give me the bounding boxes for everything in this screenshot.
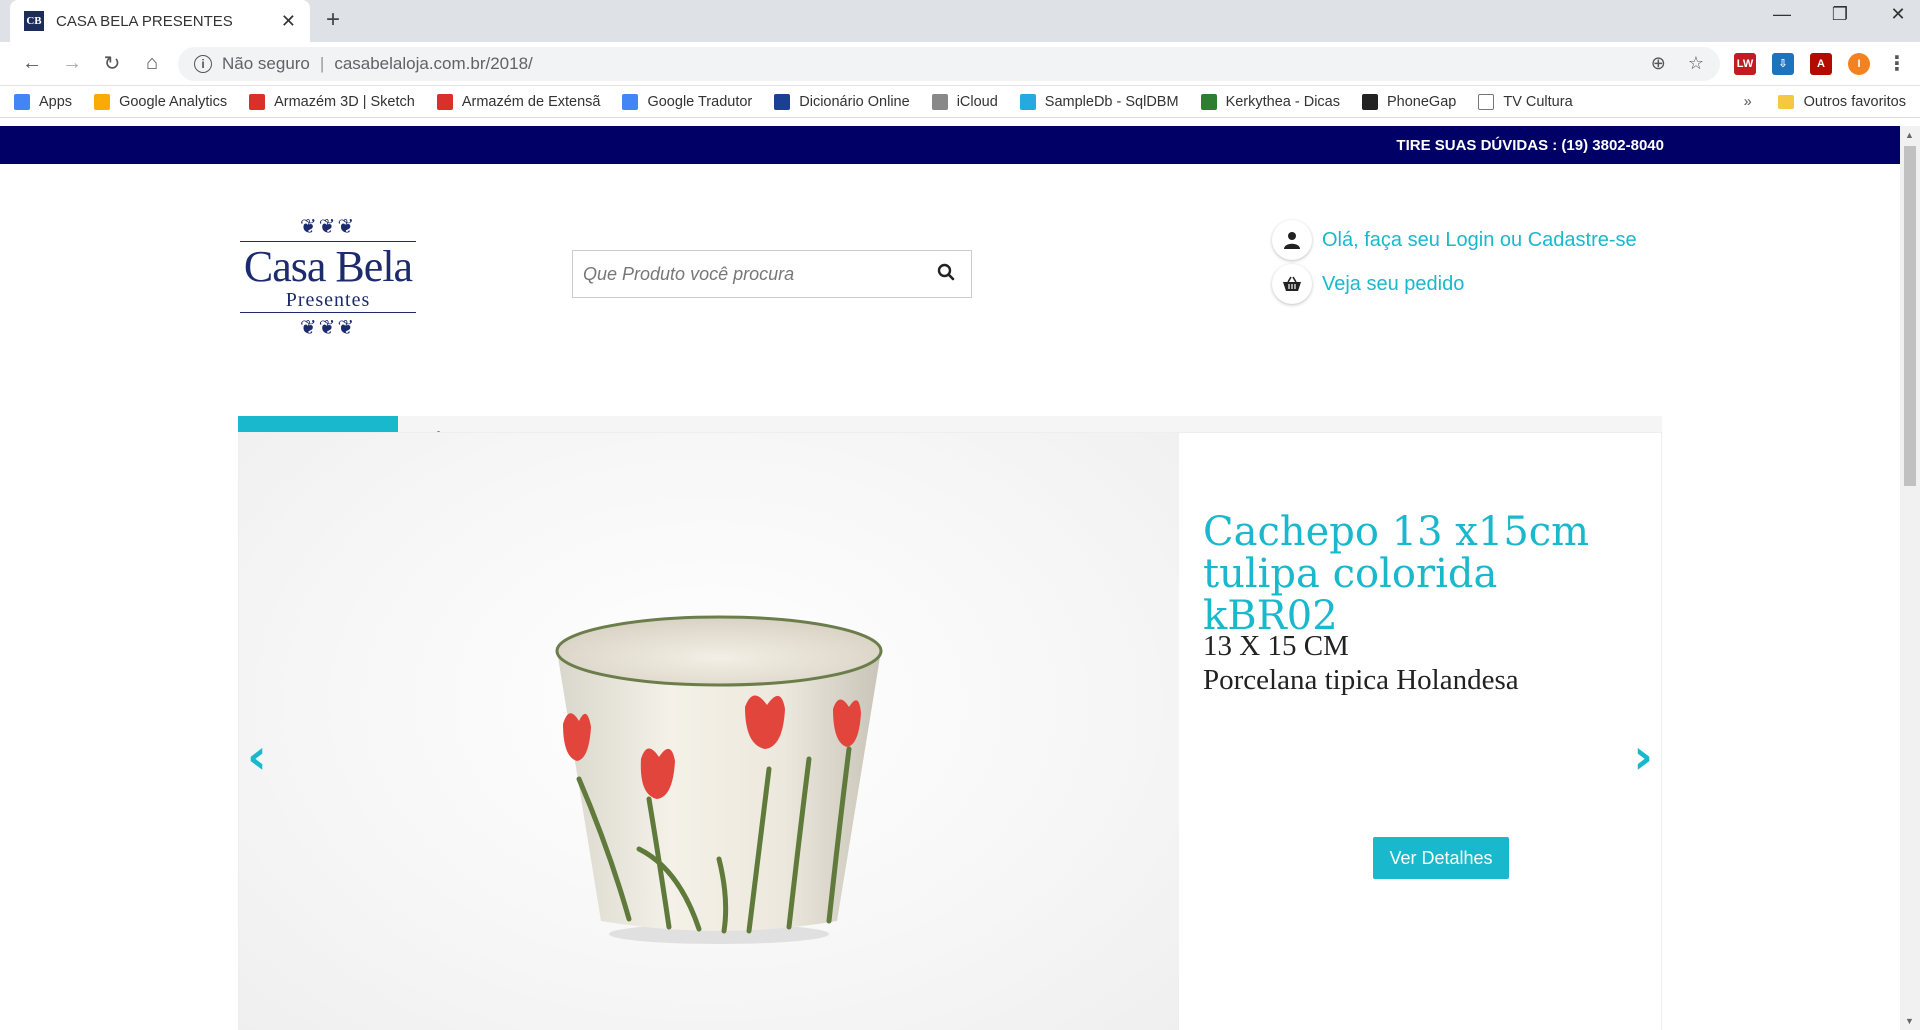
browser-tab-bar: CB CASA BELA PRESENTES ✕ + — ❐ ✕ xyxy=(0,0,1920,42)
bookmark-item[interactable]: Armazém de Extensã xyxy=(436,93,600,110)
dictionary-icon xyxy=(774,93,791,110)
back-arrow-icon[interactable]: ← xyxy=(12,52,52,75)
pdf-extension-icon[interactable]: A xyxy=(1810,52,1832,75)
profile-avatar-icon[interactable]: I xyxy=(1848,52,1870,75)
translate-icon xyxy=(622,93,639,110)
window-controls: — ❐ ✕ xyxy=(1770,4,1910,25)
home-icon[interactable]: ⌂ xyxy=(132,52,172,75)
order-text[interactable]: Veja seu pedido xyxy=(1322,273,1464,296)
slider-next-chevron-icon[interactable]: › xyxy=(1633,729,1653,785)
restore-icon[interactable]: ❐ xyxy=(1828,4,1852,25)
page-scrollbar[interactable]: ▲ ▼ xyxy=(1900,126,1920,1030)
logo-sub: Presentes xyxy=(285,289,371,311)
lastpass-extension-icon[interactable]: LW xyxy=(1734,52,1756,75)
site-logo[interactable]: ❦❦❦ Casa Bela Presentes ❦❦❦ xyxy=(240,214,416,339)
hero-slider: ‹ Cachepo 13 x15cm tulipa colorida kBR02… xyxy=(238,432,1662,1030)
forward-arrow-icon[interactable]: → xyxy=(52,52,92,75)
url-text[interactable]: casabelaloja.com.br/2018/ xyxy=(334,54,532,74)
search-input[interactable] xyxy=(583,263,931,285)
other-bookmarks[interactable]: Outros favoritos xyxy=(1777,94,1906,110)
bookmark-item[interactable]: PhoneGap xyxy=(1362,93,1456,110)
folder-icon xyxy=(1777,94,1794,109)
apple-icon xyxy=(931,93,948,110)
bookmark-item[interactable]: Google Analytics xyxy=(94,93,227,110)
bookmarks-bar: Apps Google Analytics Armazém 3D | Sketch A… xyxy=(0,86,1920,118)
tab-title: CASA BELA PRESENTES xyxy=(56,12,233,30)
sketchup-icon xyxy=(436,93,453,110)
tab-favicon: CB xyxy=(24,11,44,31)
info-icon[interactable]: i xyxy=(194,54,212,73)
extensions: LW ⇩ A I ⋮ xyxy=(1734,52,1908,75)
browser-tab[interactable]: CB CASA BELA PRESENTES ✕ xyxy=(10,0,310,42)
database-icon xyxy=(1019,93,1036,110)
bookmark-item[interactable]: iCloud xyxy=(931,93,998,110)
tab-close-icon[interactable]: ✕ xyxy=(281,11,296,32)
order-link[interactable]: Veja seu pedido xyxy=(1272,262,1637,306)
minimize-icon[interactable]: — xyxy=(1770,4,1794,25)
sketchup-icon xyxy=(249,93,266,110)
tulip-pot-image xyxy=(555,615,883,944)
bookmark-item[interactable]: Google Tradutor xyxy=(622,93,752,110)
web-page: TIRE SUAS DÚVIDAS : (19) 3802-8040 ❦❦❦ C… xyxy=(0,126,1900,1030)
slider-prev-chevron-icon[interactable]: ‹ xyxy=(247,729,267,785)
kerkythea-icon xyxy=(1200,93,1217,110)
logo-name: Casa Bela xyxy=(243,242,413,291)
scroll-up-icon[interactable]: ▲ xyxy=(1905,130,1914,140)
new-tab-button[interactable]: + xyxy=(326,6,340,34)
product-photo xyxy=(239,433,1179,1030)
address-bar[interactable]: i Não seguro | casabelaloja.com.br/2018/… xyxy=(178,46,1720,81)
contact-topbar: TIRE SUAS DÚVIDAS : (19) 3802-8040 xyxy=(0,126,1900,164)
analytics-icon xyxy=(94,93,111,110)
bookmark-star-icon[interactable]: ☆ xyxy=(1688,53,1704,74)
bookmark-item[interactable]: SampleDb - SqlDBM xyxy=(1019,93,1179,110)
scrollbar-thumb[interactable] xyxy=(1904,146,1916,486)
site-header: ❦❦❦ Casa Bela Presentes ❦❦❦ Olá, faça se… xyxy=(0,164,1900,462)
download-extension-icon[interactable]: ⇩ xyxy=(1772,52,1794,75)
search-box xyxy=(572,250,972,298)
account-area: Olá, faça seu Login ou Cadastre-se Veja … xyxy=(1272,218,1637,306)
translate-icon[interactable]: ⊕ xyxy=(1651,53,1666,74)
security-label: Não seguro xyxy=(222,53,310,73)
bookmark-item[interactable]: Armazém 3D | Sketch xyxy=(249,93,415,110)
page-icon xyxy=(1478,93,1495,110)
slide-description: 13 X 15 CM Porcelana tipica Holandesa xyxy=(1203,629,1643,697)
bookmark-item[interactable]: Apps xyxy=(14,93,72,110)
reload-icon[interactable]: ↻ xyxy=(92,51,132,76)
details-button[interactable]: Ver Detalhes xyxy=(1373,837,1509,879)
slide-title: Cachepo 13 x15cm tulipa colorida kBR02 xyxy=(1203,509,1590,639)
ornament-icon: ❦❦❦ xyxy=(299,216,357,238)
bookmark-item[interactable]: Kerkythea - Dicas xyxy=(1200,93,1340,110)
login-text[interactable]: Olá, faça seu Login ou Cadastre-se xyxy=(1322,229,1637,252)
window-close-icon[interactable]: ✕ xyxy=(1886,4,1910,25)
login-link[interactable]: Olá, faça seu Login ou Cadastre-se xyxy=(1272,218,1637,262)
scroll-down-icon[interactable]: ▼ xyxy=(1905,1016,1914,1026)
slide-line-1: 13 X 15 CM xyxy=(1203,630,1349,662)
more-bookmarks-icon[interactable]: » xyxy=(1744,94,1752,110)
phonegap-icon xyxy=(1362,93,1378,110)
bookmark-item[interactable]: TV Cultura xyxy=(1478,93,1573,110)
slide-line-2: Porcelana tipica Holandesa xyxy=(1203,664,1519,696)
bookmark-item[interactable]: Dicionário Online xyxy=(774,93,910,110)
ornament-icon: ❦❦❦ xyxy=(299,317,357,339)
apps-grid-icon xyxy=(14,93,30,110)
basket-icon xyxy=(1272,264,1312,304)
user-icon xyxy=(1272,220,1312,260)
search-icon[interactable] xyxy=(931,263,961,286)
browser-menu-icon[interactable]: ⋮ xyxy=(1886,53,1908,75)
contact-phone: TIRE SUAS DÚVIDAS : (19) 3802-8040 xyxy=(1396,136,1664,154)
browser-toolbar: ← → ↻ ⌂ i Não seguro | casabelaloja.com.… xyxy=(0,42,1920,86)
